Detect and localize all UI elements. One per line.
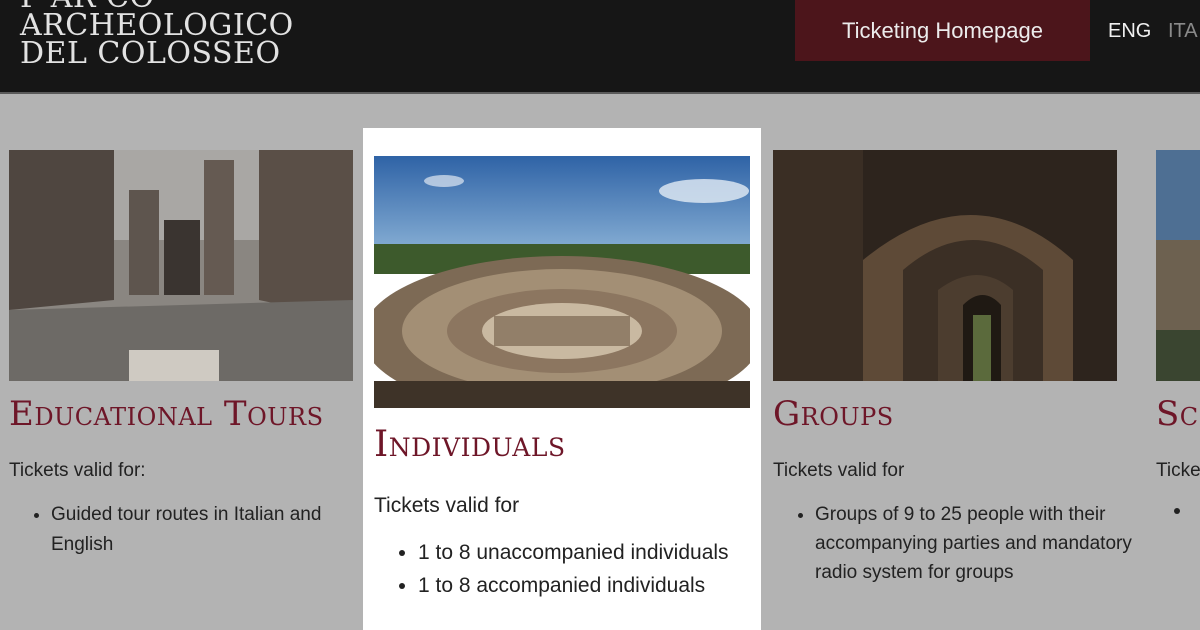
groups-valid-label: Tickets valid for bbox=[773, 460, 905, 481]
site-header: P·AR·CO ARCHEOLOGICO DEL COLOSSEO Ticket… bbox=[0, 0, 1200, 94]
schools-valid-label: Ticke bbox=[1156, 460, 1200, 481]
list-item: Groups of 9 to 25 people with their acco… bbox=[815, 500, 1135, 587]
bullet-icon bbox=[1174, 508, 1180, 514]
card-individuals[interactable]: Individuals Tickets valid for 1 to 8 una… bbox=[363, 128, 761, 630]
schools-title[interactable]: Sc bbox=[1156, 394, 1199, 434]
list-item: Guided tour routes in Italian and Englis… bbox=[51, 500, 381, 560]
individuals-photo bbox=[374, 156, 750, 408]
groups-list: Groups of 9 to 25 people with their acco… bbox=[793, 500, 1135, 587]
individuals-list: 1 to 8 unaccompanied individuals 1 to 8 … bbox=[396, 536, 778, 602]
card-schools[interactable]: Sc Ticke bbox=[1156, 150, 1200, 630]
educational-tours-photo bbox=[9, 150, 353, 381]
site-logo[interactable]: P·AR·CO ARCHEOLOGICO DEL COLOSSEO bbox=[20, 0, 294, 71]
groups-title[interactable]: Groups bbox=[773, 394, 894, 434]
language-ita-link[interactable]: ITA bbox=[1168, 20, 1198, 43]
language-eng-link[interactable]: ENG bbox=[1108, 20, 1151, 43]
educational-tours-valid-label: Tickets valid for: bbox=[9, 460, 146, 481]
educational-tours-title[interactable]: Educational Tours bbox=[9, 394, 324, 434]
groups-photo bbox=[773, 150, 1117, 381]
educational-tours-list: Guided tour routes in Italian and Englis… bbox=[29, 500, 381, 560]
individuals-title[interactable]: Individuals bbox=[374, 424, 566, 465]
card-groups[interactable]: Groups Tickets valid for Groups of 9 to … bbox=[773, 150, 1132, 630]
ticketing-homepage-button[interactable]: Ticketing Homepage bbox=[795, 0, 1090, 61]
card-educational-tours[interactable]: Educational Tours Tickets valid for: Gui… bbox=[9, 150, 354, 630]
list-item: 1 to 8 accompanied individuals bbox=[418, 569, 778, 602]
schools-photo bbox=[1156, 150, 1200, 381]
list-item: 1 to 8 unaccompanied individuals bbox=[418, 536, 778, 569]
individuals-valid-label: Tickets valid for bbox=[374, 494, 520, 517]
logo-line-3: DEL COLOSSEO bbox=[20, 36, 281, 71]
